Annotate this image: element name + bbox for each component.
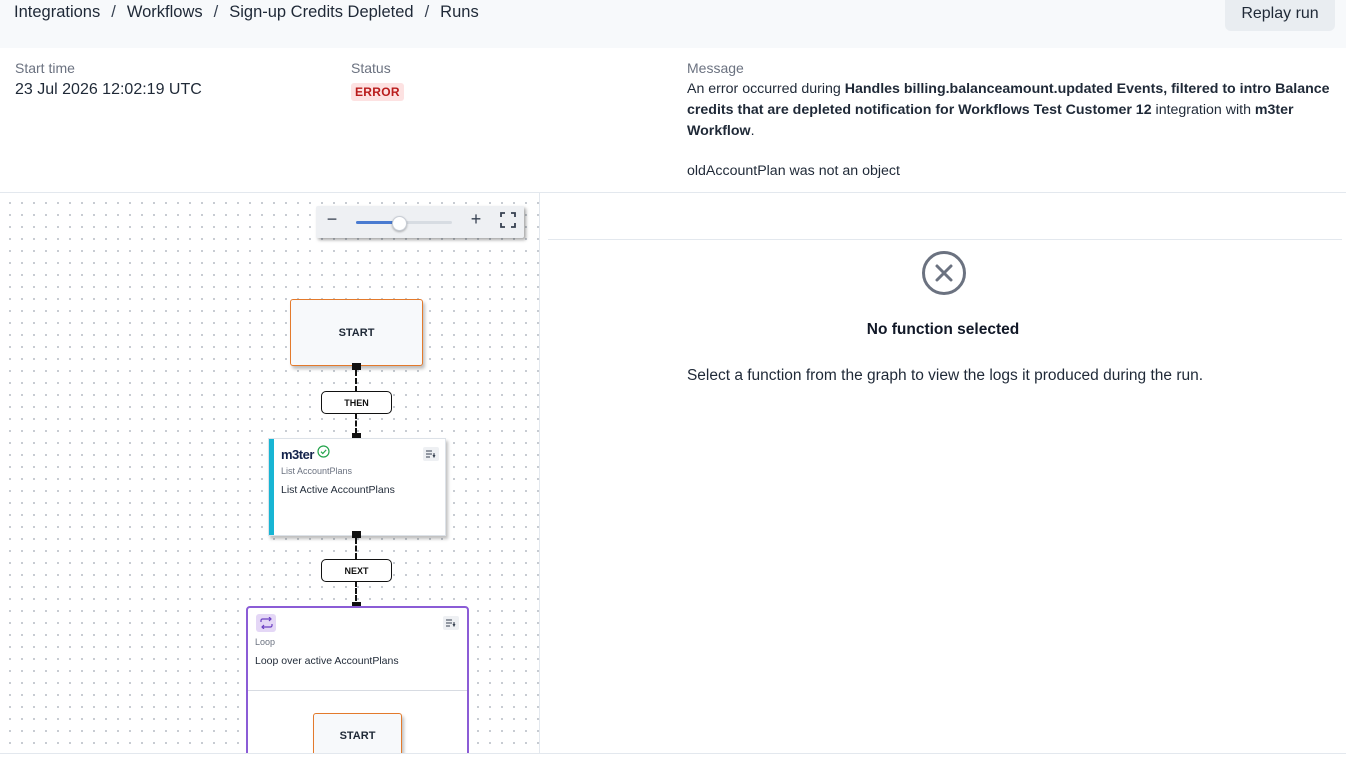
fullscreen-icon[interactable]	[498, 212, 518, 233]
edge-then-top	[355, 370, 357, 392]
m3ter-logo-text: m3ter	[281, 446, 314, 462]
start-node-handle[interactable]	[352, 363, 361, 370]
function-detail-panel: No function selected Select a function f…	[540, 193, 1346, 753]
status-label: Status	[351, 60, 391, 76]
close-circle-icon	[921, 250, 967, 301]
top-bar: Integrations / Workflows / Sign-up Credi…	[0, 0, 1346, 49]
message-suffix: .	[750, 123, 755, 139]
node-logs-icon[interactable]	[423, 447, 439, 461]
list-node-output-handle[interactable]	[352, 531, 361, 538]
message-middle: integration with	[1151, 102, 1255, 118]
error-detail: oldAccountPlan was not an object	[687, 163, 900, 179]
panel-divider	[548, 239, 1342, 240]
error-message: An error occurred during Handles billing…	[687, 79, 1337, 142]
bottom-border	[0, 753, 1346, 754]
breadcrumb-runs: Runs	[440, 3, 479, 21]
loop-icon	[256, 614, 276, 632]
zoom-slider-thumb[interactable]	[392, 216, 408, 231]
loop-divider	[248, 690, 467, 691]
run-info-panel: Start time 23 Jul 2026 12:02:19 UTC Stat…	[0, 48, 1346, 193]
no-function-title: No function selected	[866, 321, 1020, 338]
breadcrumb-workflows[interactable]: Workflows	[127, 3, 203, 22]
loop-start-node[interactable]: START	[313, 713, 402, 753]
edge-next-bottom	[355, 581, 357, 601]
success-check-icon	[317, 445, 330, 463]
breadcrumb-separator: /	[111, 3, 116, 21]
start-time-label: Start time	[15, 60, 75, 76]
message-label: Message	[687, 60, 744, 76]
edge-next-top	[355, 538, 357, 559]
message-prefix: An error occurred during	[687, 81, 845, 97]
zoom-out-button[interactable]: −	[322, 209, 342, 230]
breadcrumb-separator: /	[213, 3, 219, 21]
list-accountplans-node[interactable]: m3ter List AccountPlans List Active Acco…	[268, 438, 446, 536]
loop-node-title: Loop over active AccountPlans	[255, 655, 399, 667]
function-node-accent	[269, 439, 274, 535]
loop-node-logs-icon[interactable]	[443, 616, 459, 630]
breadcrumb-workflow-name[interactable]: Sign-up Credits Depleted	[229, 3, 413, 22]
status-badge: ERROR	[351, 83, 404, 101]
zoom-controls: − +	[316, 206, 524, 238]
replay-run-button[interactable]: Replay run	[1225, 0, 1335, 31]
list-node-title: List Active AccountPlans	[281, 484, 395, 496]
breadcrumb-integrations[interactable]: Integrations	[14, 3, 100, 22]
zoom-slider[interactable]	[356, 216, 452, 231]
start-node[interactable]: START	[290, 299, 423, 366]
workflow-graph-canvas[interactable]: − + START THEN m3ter List AccountPlans L…	[0, 193, 540, 753]
m3ter-logo: m3ter	[281, 445, 330, 463]
no-function-description: Select a function from the graph to view…	[686, 367, 1204, 384]
breadcrumb-separator: /	[424, 3, 430, 21]
edge-label-next: NEXT	[321, 559, 392, 582]
start-time-value: 23 Jul 2026 12:02:19 UTC	[15, 81, 202, 98]
breadcrumb: Integrations / Workflows / Sign-up Credi…	[14, 3, 479, 22]
list-node-subtitle: List AccountPlans	[281, 466, 353, 476]
edge-then-bottom	[355, 413, 357, 434]
zoom-in-button[interactable]: +	[466, 209, 486, 230]
loop-node-subtitle: Loop	[255, 637, 276, 647]
edge-label-then: THEN	[321, 391, 392, 414]
